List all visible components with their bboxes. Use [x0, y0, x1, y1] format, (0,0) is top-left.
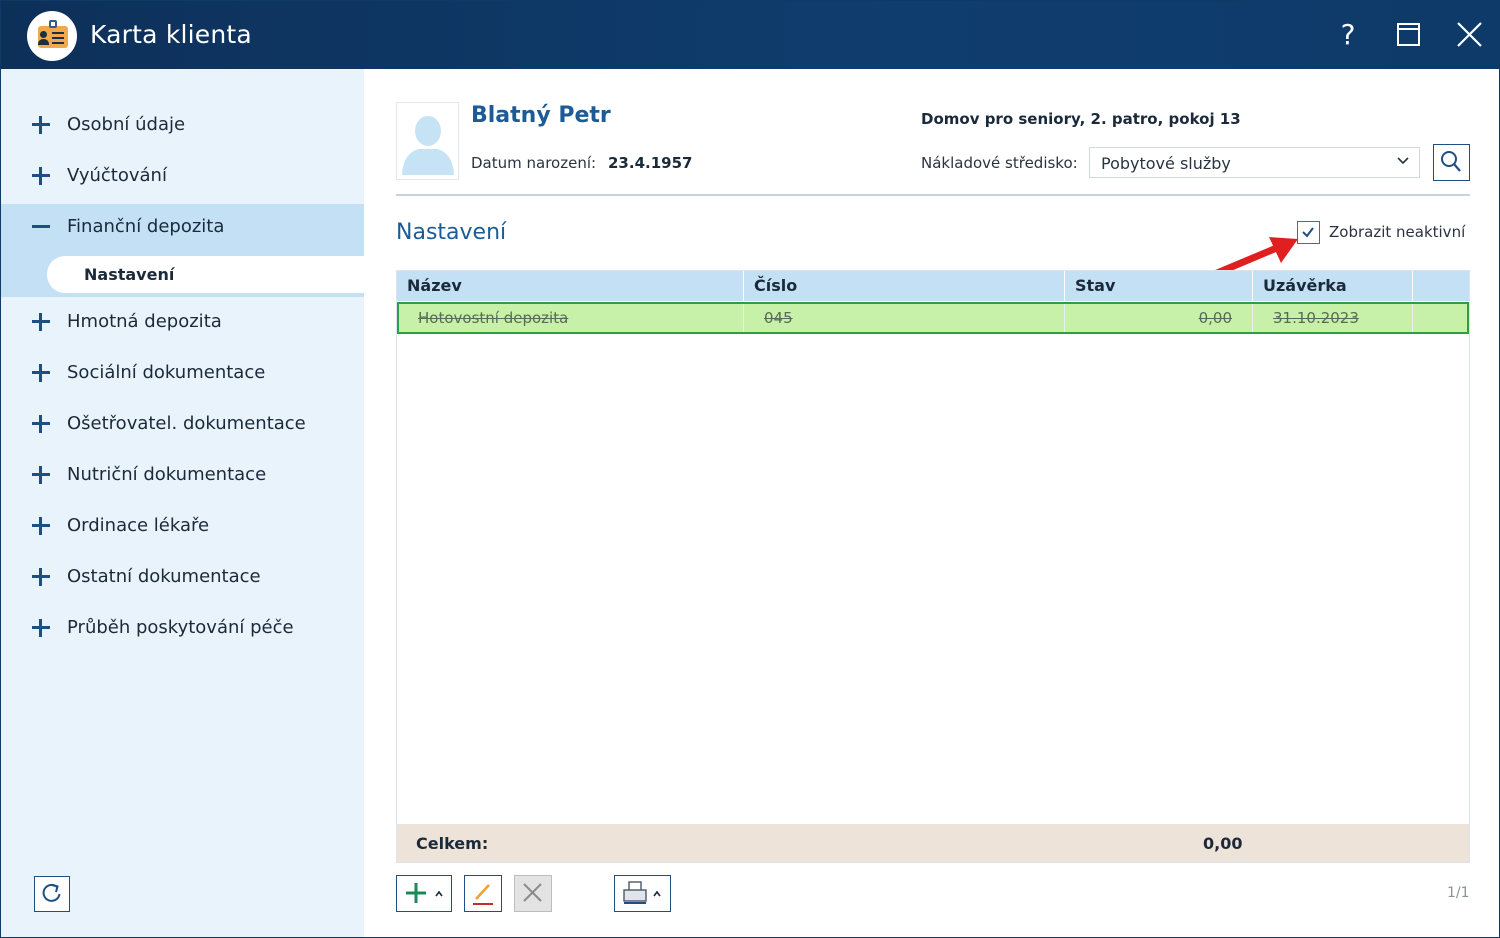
sidebar-item-label: Hmotná depozita — [67, 311, 222, 332]
column-header-closing[interactable]: Uzávěrka — [1253, 271, 1413, 301]
sidebar-item-label: Ordinace lékaře — [67, 515, 210, 536]
plus-icon — [32, 415, 50, 433]
sidebar-item-label: Sociální dokumentace — [67, 362, 266, 383]
close-icon — [1457, 22, 1482, 47]
plus-icon — [32, 619, 50, 637]
page-indicator: 1/1 — [1447, 885, 1470, 901]
client-location: Domov pro seniory, 2. patro, pokoj 13 — [921, 110, 1241, 128]
header-divider — [396, 194, 1470, 196]
refresh-button[interactable] — [34, 876, 70, 912]
cell-name: Hotovostní depozita — [399, 304, 744, 332]
column-header-state[interactable]: Stav — [1065, 271, 1253, 301]
sidebar-item-nursing-documentation[interactable]: Ošetřovatel. dokumentace — [1, 401, 364, 452]
minus-icon — [32, 218, 50, 236]
total-value: 0,00 — [1203, 834, 1243, 853]
search-client-button[interactable] — [1433, 144, 1470, 181]
plus-icon — [32, 116, 50, 134]
delete-x-icon — [523, 883, 542, 902]
sidebar-item-other-documentation[interactable]: Ostatní dokumentace — [1, 554, 364, 605]
client-card-window: Karta klienta ? Osobní údaje Vyúčtování — [0, 0, 1500, 938]
close-button[interactable] — [1449, 15, 1489, 55]
title-bar: Karta klienta ? — [1, 1, 1499, 69]
sidebar-item-financial-deposits[interactable]: Finanční depozita — [1, 204, 364, 255]
dob-label: Datum narození: — [471, 154, 597, 172]
client-name: Blatný Petr — [471, 103, 611, 128]
plus-icon — [32, 568, 50, 586]
plus-icon — [32, 364, 50, 382]
plus-icon — [32, 517, 50, 535]
section-title: Nastavení — [396, 220, 507, 245]
column-header-name[interactable]: Název — [397, 271, 744, 301]
sidebar-item-material-deposits[interactable]: Hmotná depozita — [1, 299, 364, 350]
sidebar-subitem-settings[interactable]: Nastavení — [47, 256, 364, 293]
sidebar-item-care-progress[interactable]: Průběh poskytování péče — [1, 605, 364, 656]
dob-value: 23.4.1957 — [608, 154, 693, 172]
plus-icon — [32, 313, 50, 331]
deposits-table: Název Číslo Stav Uzávěrka Hotovostní dep… — [396, 270, 1470, 863]
printer-dropdown-icon — [623, 881, 661, 904]
checkmark-icon — [1302, 227, 1314, 238]
window-title: Karta klienta — [90, 20, 252, 49]
client-card-app-icon — [27, 11, 77, 61]
plus-dropdown-icon — [406, 883, 443, 903]
print-button[interactable] — [614, 875, 671, 912]
cell-state: 0,00 — [1065, 304, 1253, 332]
maximize-button[interactable] — [1388, 15, 1428, 55]
sidebar-item-personal-data[interactable]: Osobní údaje — [1, 102, 364, 153]
refresh-icon — [42, 883, 61, 902]
sidebar-subitem-label: Nastavení — [84, 265, 175, 284]
sidebar-item-label: Ošetřovatel. dokumentace — [67, 413, 306, 434]
edit-button[interactable] — [464, 875, 502, 912]
maximize-icon — [1397, 23, 1420, 46]
cell-closing: 31.10.2023 — [1253, 304, 1413, 332]
sidebar-item-label: Ostatní dokumentace — [67, 566, 261, 587]
sidebar-item-label: Nutriční dokumentace — [67, 464, 267, 485]
chevron-down-icon — [1397, 157, 1409, 165]
client-avatar — [396, 102, 459, 180]
cost-center-label: Nákladové středisko: — [921, 154, 1078, 172]
cost-center-value: Pobytové služby — [1101, 154, 1231, 173]
sidebar-item-label: Vyúčtování — [67, 165, 167, 186]
search-icon — [1441, 151, 1461, 172]
add-button[interactable] — [396, 875, 452, 912]
sidebar-item-billing[interactable]: Vyúčtování — [1, 153, 364, 204]
show-inactive-label[interactable]: Zobrazit neaktivní — [1329, 223, 1465, 241]
cost-center-select[interactable]: Pobytové služby — [1089, 147, 1420, 178]
total-label: Celkem: — [416, 834, 489, 853]
sidebar-item-label: Osobní údaje — [67, 114, 186, 135]
pencil-icon — [473, 884, 493, 905]
sidebar-item-label: Finanční depozita — [67, 216, 225, 237]
delete-button[interactable] — [514, 875, 552, 912]
sidebar: Osobní údaje Vyúčtování Finanční depozit… — [1, 69, 364, 937]
person-placeholder-icon — [402, 116, 454, 175]
plus-icon — [32, 167, 50, 185]
table-header: Název Číslo Stav Uzávěrka — [397, 271, 1469, 301]
table-footer: Celkem: 0,00 — [397, 824, 1469, 862]
sidebar-item-nutrition-documentation[interactable]: Nutriční dokumentace — [1, 452, 364, 503]
help-button[interactable]: ? — [1328, 15, 1368, 55]
plus-icon — [32, 466, 50, 484]
table-row[interactable]: Hotovostní depozita 045 0,00 31.10.2023 — [397, 302, 1469, 334]
column-header-number[interactable]: Číslo — [744, 271, 1065, 301]
cell-number: 045 — [744, 304, 1065, 332]
sidebar-item-doctor-office[interactable]: Ordinace lékaře — [1, 503, 364, 554]
sidebar-item-social-documentation[interactable]: Sociální dokumentace — [1, 350, 364, 401]
sidebar-item-label: Průběh poskytování péče — [67, 617, 294, 638]
